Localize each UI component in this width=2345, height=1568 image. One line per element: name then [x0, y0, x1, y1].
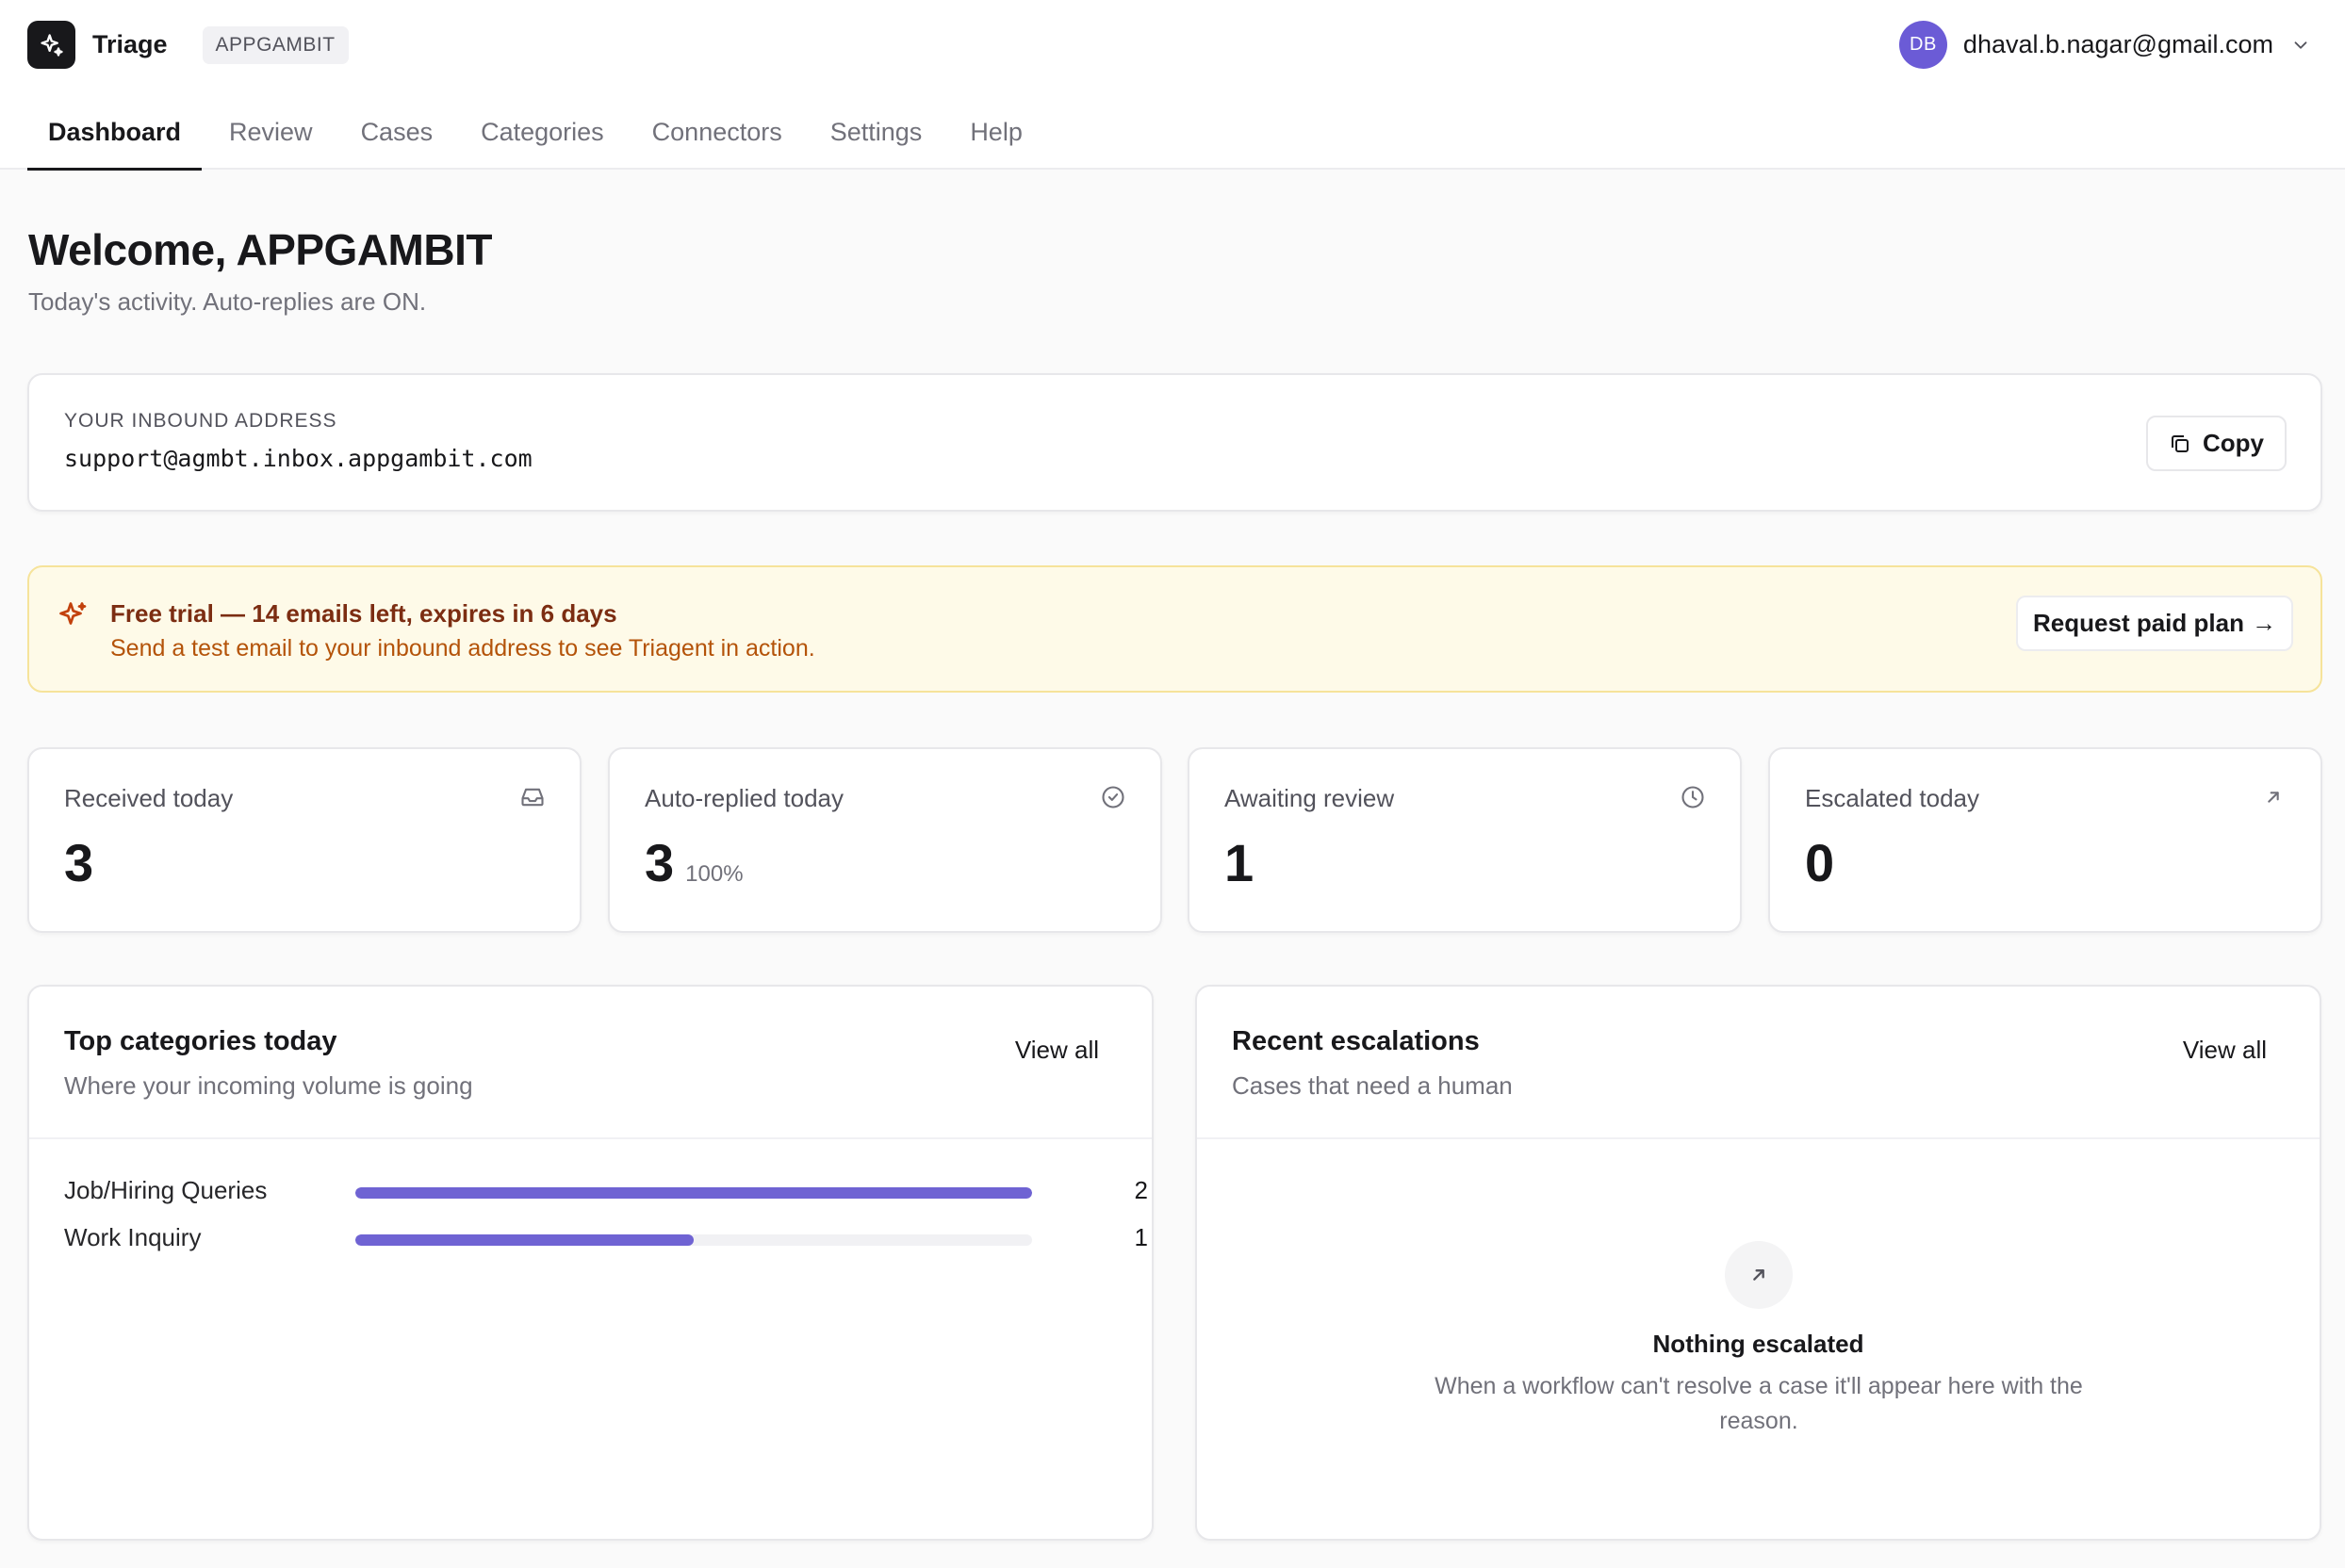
category-bar-track [355, 1234, 1032, 1246]
tab-connectors[interactable]: Connectors [631, 104, 803, 170]
trial-banner: Free trial — 14 emails left, expires in … [27, 565, 2322, 693]
trial-message: Send a test email to your inbound addres… [110, 635, 815, 662]
inbound-address-card: YOUR INBOUND ADDRESS support@agmbt.inbox… [27, 373, 2322, 512]
category-name: Job/Hiring Queries [64, 1176, 268, 1204]
divider [29, 1137, 1152, 1139]
panel-title: Top categories today [64, 1026, 337, 1056]
inbox-icon [519, 784, 546, 815]
tab-dashboard[interactable]: Dashboard [27, 104, 203, 171]
tab-review[interactable]: Review [208, 104, 334, 170]
brand[interactable]: Triage APPGAMBIT [27, 21, 349, 69]
stat-label: Auto-replied today [645, 784, 845, 812]
tab-help[interactable]: Help [949, 104, 1043, 170]
inbound-address-label: YOUR INBOUND ADDRESS [64, 410, 337, 432]
panel-description: Where your incoming volume is going [64, 1071, 473, 1100]
inbound-address-value: support@agmbt.inbox.appgambit.com [64, 445, 533, 472]
check-circle-icon [1100, 784, 1126, 815]
request-paid-plan-button[interactable]: Request paid plan → [2016, 596, 2293, 651]
user-email: dhaval.b.nagar@gmail.com [1962, 30, 2273, 58]
arrow-up-right-icon [2260, 784, 2287, 815]
avatar: DB [1898, 21, 1947, 69]
page-subtitle: Today's activity. Auto-replies are ON. [28, 287, 427, 316]
stat-card-received: Received today 3 [27, 747, 582, 933]
main-nav: Dashboard Review Cases Categories Connec… [27, 104, 1050, 171]
clock-icon [1680, 784, 1706, 815]
top-categories-panel: Top categories today Where your incoming… [27, 985, 1154, 1541]
tab-cases[interactable]: Cases [340, 104, 454, 170]
stat-card-awaiting-review: Awaiting review 1 [1188, 747, 1742, 933]
divider [1197, 1137, 2320, 1139]
top-header: Triage APPGAMBIT DB dhaval.b.nagar@gmail… [0, 0, 2345, 171]
stat-label: Received today [64, 784, 234, 812]
stat-percentage: 100% [685, 861, 744, 887]
stat-card-auto-replied: Auto-replied today 3 100% [608, 747, 1162, 933]
view-all-escalations-link[interactable]: View all [2183, 1036, 2267, 1065]
arrow-right-icon: → [2251, 609, 2276, 637]
empty-state-message: When a workflow can't resolve a case it'… [1435, 1373, 2083, 1434]
copy-icon [2172, 434, 2189, 452]
view-all-categories-link[interactable]: View all [1015, 1036, 1099, 1065]
trial-title: Free trial — 14 emails left, expires in … [110, 599, 617, 628]
empty-state-title: Nothing escalated [1652, 1330, 1864, 1358]
tab-settings[interactable]: Settings [810, 104, 943, 170]
panel-title: Recent escalations [1232, 1026, 1480, 1056]
request-paid-plan-label: Request paid plan [2033, 609, 2244, 637]
recent-escalations-panel: Recent escalations Cases that need a hum… [1195, 985, 2321, 1541]
category-bar-fill [355, 1187, 1032, 1199]
tab-categories[interactable]: Categories [460, 104, 625, 170]
panel-description: Cases that need a human [1232, 1071, 1513, 1100]
category-bar-fill [355, 1234, 694, 1246]
category-bar-track [355, 1187, 1032, 1199]
arrow-up-right-icon [1725, 1241, 1793, 1309]
sparkle-icon [57, 599, 90, 638]
stat-value: 0 [1805, 833, 1835, 892]
category-count: 2 [1134, 1176, 1148, 1204]
stat-value: 1 [1224, 833, 1254, 892]
category-row[interactable]: Job/Hiring Queries 2 [64, 1170, 1148, 1208]
copy-button[interactable]: Copy [2146, 416, 2287, 471]
user-menu[interactable]: DB dhaval.b.nagar@gmail.com [1898, 21, 2311, 69]
category-row[interactable]: Work Inquiry 1 [64, 1217, 1148, 1255]
category-name: Work Inquiry [64, 1223, 202, 1251]
stat-label: Awaiting review [1224, 784, 1395, 812]
stat-card-escalated: Escalated today 0 [1768, 747, 2322, 933]
sparkle-logo-icon [27, 21, 75, 69]
stat-value: 3 100% [645, 833, 744, 892]
brand-name: Triage [92, 30, 168, 58]
org-badge: APPGAMBIT [202, 25, 349, 64]
chevron-down-icon [2290, 35, 2311, 56]
category-count: 1 [1134, 1223, 1148, 1251]
stat-label: Escalated today [1805, 784, 1980, 812]
page-title: Welcome, APPGAMBIT [28, 225, 492, 274]
copy-button-label: Copy [2203, 429, 2264, 457]
stat-value: 3 [64, 833, 94, 892]
